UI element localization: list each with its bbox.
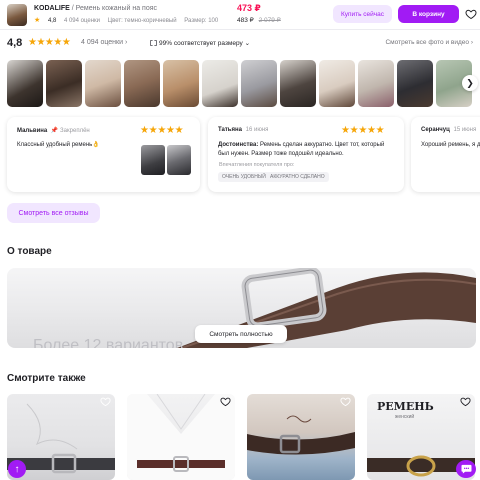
review-photo[interactable] (397, 60, 433, 107)
review-image[interactable] (167, 145, 191, 175)
size-match-text: 99% соответствует размеру ⌄ (159, 40, 251, 47)
title-separator: / (71, 5, 74, 12)
about-section-title: О товаре (7, 246, 52, 257)
favorite-heart-icon[interactable] (465, 8, 477, 20)
review-photo[interactable] (46, 60, 82, 107)
review-card[interactable]: Мальвина 📌 Закреплён ★★★★★ Классный удоб… (7, 117, 200, 192)
product-card[interactable] (247, 394, 355, 480)
all-reviews-button[interactable]: Смотреть все отзывы (7, 203, 100, 223)
review-photo[interactable] (85, 60, 121, 107)
add-to-cart-button[interactable]: В корзину (398, 5, 459, 23)
review-photo[interactable] (7, 60, 43, 107)
rating-summary: 4,8 ★★★★★ 4 094 оценки › 99% соответству… (7, 37, 473, 51)
scroll-up-arrow-icon[interactable]: ↑ (8, 460, 26, 478)
review-card[interactable]: Татьяна 16 июня ★★★★★ Достоинства: Ремен… (208, 117, 404, 192)
price-current: 473 ₽ (237, 3, 261, 13)
product-thumbnail[interactable] (7, 4, 27, 26)
product-meta: ★ 4,8 4 094 оценки Цвет: темно-коричневы… (34, 16, 224, 24)
photos-next-arrow-icon[interactable]: ❯ (462, 75, 478, 91)
review-stars: ★★★★★ (341, 125, 385, 136)
header-rating: 4,8 (47, 18, 57, 24)
reviewer-name-text: Серанчуц (421, 127, 450, 133)
review-date: 16 июня (245, 127, 269, 133)
rating-value: 4,8 (7, 37, 23, 49)
buyer-impressions-label: Впечатления покупателя про: (219, 162, 295, 168)
reviewer-name: Мальвина 📌 Закреплён (17, 127, 90, 134)
reviewer-name: Татьяна 16 июня (218, 127, 268, 133)
all-media-link[interactable]: Смотреть все фото и видео › (385, 39, 473, 46)
price-wallet: 483 ₽ (237, 17, 254, 24)
review-pros-label: Достоинства: (218, 142, 259, 148)
banner-variants-text: Более 12 вариантов (33, 337, 184, 348)
size-match[interactable]: 99% соответствует размеру ⌄ (150, 39, 250, 47)
review-stars: ★★★★★ (140, 125, 184, 136)
review-text: Хороший ремень, я д (421, 142, 480, 148)
brand-name[interactable]: KODALIFE (34, 5, 70, 12)
review-photo[interactable] (124, 60, 160, 107)
chat-icon[interactable] (456, 460, 476, 478)
show-full-button[interactable]: Смотреть полностью (195, 325, 287, 343)
ratings-count-link[interactable]: 4 094 оценки › (81, 39, 127, 46)
product-card[interactable] (127, 394, 235, 480)
card-favorite-heart-icon[interactable] (220, 396, 231, 407)
reviewer-name: Серанчуц 15 июня (421, 127, 476, 133)
reviewer-name-text: Татьяна (218, 127, 242, 133)
ruler-icon (150, 40, 157, 46)
header-color: Цвет: темно-коричневый (107, 18, 177, 24)
review-photo[interactable] (202, 60, 238, 107)
product-image (127, 394, 235, 480)
review-photo[interactable] (358, 60, 394, 107)
review-text: Классный удобный ремень👌 (17, 142, 100, 148)
review-photo[interactable] (163, 60, 199, 107)
product-title: KODALIFE / Ремень кожаный на пояс (34, 5, 157, 12)
review-card[interactable]: Серанчуц 15 июня Хороший ремень, я д (411, 117, 480, 192)
review-photos-strip (7, 60, 473, 107)
see-also-title: Смотрите также (7, 373, 86, 384)
review-image[interactable] (141, 145, 165, 175)
impression-tag[interactable]: АККУРАТНО СДЕЛАНО (266, 172, 329, 182)
product-image (247, 415, 355, 455)
star-icon: ★ (34, 17, 41, 24)
price-secondary: 483 ₽ 2 079 ₽ (237, 16, 281, 24)
sticky-header: KODALIFE / Ремень кожаный на пояс ★ 4,8 … (0, 0, 480, 30)
review-text: Достоинства: Ремень сделан аккуратно. Цв… (218, 141, 388, 159)
impression-tag[interactable]: ОЧЕНЬ УДОБНЫЙ (218, 172, 270, 182)
review-photo[interactable] (280, 60, 316, 107)
pinned-badge: 📌 Закреплён (50, 128, 90, 134)
rating-stars: ★★★★★ (28, 37, 71, 48)
header-size: Размер: 100 (184, 18, 219, 24)
product-name: Ремень кожаный на пояс (75, 5, 158, 12)
card-favorite-heart-icon[interactable] (100, 396, 111, 407)
reviewer-name-text: Мальвина (17, 128, 48, 134)
review-date: 15 июня (453, 127, 477, 133)
card-favorite-heart-icon[interactable] (340, 396, 351, 407)
header-ratings-count: 4 094 оценки (63, 18, 100, 24)
review-photo[interactable] (241, 60, 277, 107)
price-old: 2 079 ₽ (258, 17, 281, 24)
buy-now-button[interactable]: Купить сейчас (333, 5, 392, 23)
review-photo[interactable] (319, 60, 355, 107)
card-favorite-heart-icon[interactable] (460, 396, 471, 407)
